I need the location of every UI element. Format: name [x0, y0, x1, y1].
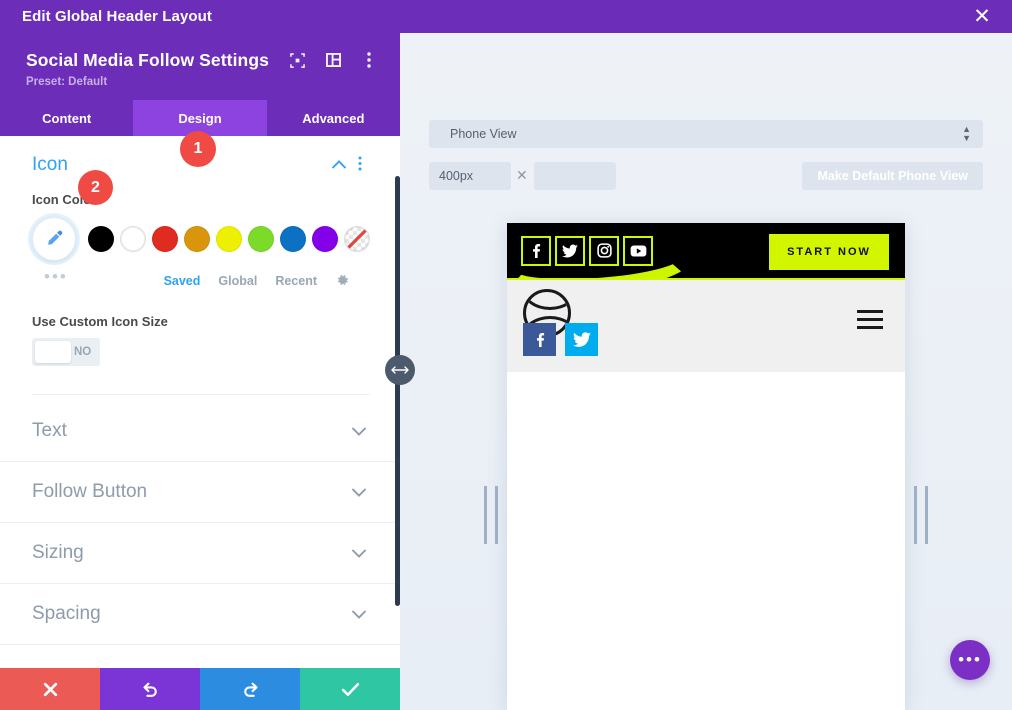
- chevron-down-icon[interactable]: [348, 606, 370, 623]
- modal-titlebar: Edit Global Header Layout ✕: [0, 0, 1012, 33]
- chevron-down-icon[interactable]: [348, 545, 370, 562]
- swatch-orange[interactable]: [184, 226, 210, 252]
- dimension-separator: ✕: [516, 167, 528, 183]
- custom-icon-size-label: Use Custom Icon Size: [32, 314, 168, 329]
- icon-section-more-icon[interactable]: [350, 156, 370, 175]
- twitter-icon[interactable]: [555, 235, 585, 266]
- preview-drag-handle-left[interactable]: [484, 486, 498, 544]
- chevron-down-icon[interactable]: [348, 484, 370, 501]
- swatch-yellow[interactable]: [216, 226, 242, 252]
- section-spacing[interactable]: Spacing: [0, 584, 400, 645]
- chevron-down-icon[interactable]: [348, 423, 370, 440]
- swatch-red[interactable]: [152, 226, 178, 252]
- toggle-value: NO: [74, 346, 92, 358]
- site-header-bar: START NOW: [507, 223, 905, 280]
- step-badge-2: 2: [78, 170, 113, 205]
- tab-content[interactable]: Content: [0, 100, 133, 136]
- chevron-updown-icon: ▲ ▼: [962, 124, 971, 143]
- viewport-width-value: 400px: [439, 169, 474, 183]
- settings-action-bar: [0, 668, 400, 710]
- instagram-icon[interactable]: [589, 235, 619, 266]
- section-divider: [32, 394, 370, 395]
- focus-icon[interactable]: [284, 47, 310, 73]
- preset-selector[interactable]: Preset: Default: [0, 73, 400, 88]
- color-swatch-row: [32, 217, 370, 261]
- viewport-width-input[interactable]: 400px: [429, 162, 511, 190]
- palette-tabs: Saved Global Recent: [32, 273, 370, 288]
- phone-preview-frame: START NOW: [507, 223, 905, 710]
- close-icon[interactable]: ✕: [970, 5, 994, 29]
- settings-panel-header: Social Media Follow Settings Preset: Def…: [0, 33, 400, 100]
- custom-icon-size-toggle[interactable]: NO: [32, 338, 100, 366]
- preview-area: Phone View ▲ ▼ 400px ✕ Make Default Phone…: [400, 33, 1012, 710]
- redo-button[interactable]: [200, 668, 300, 710]
- viewport-select[interactable]: Phone View ▲ ▼: [429, 120, 983, 148]
- section-sizing-label: Sizing: [32, 542, 84, 563]
- eyedropper-icon[interactable]: [32, 217, 76, 261]
- youtube-icon[interactable]: [623, 235, 653, 266]
- section-sizing[interactable]: Sizing: [0, 523, 400, 584]
- section-text[interactable]: Text: [0, 401, 400, 462]
- viewport-height-input[interactable]: [534, 162, 616, 190]
- icon-section: Icon Icon Color ••• Saved Global Recent …: [0, 136, 400, 401]
- more-vertical-icon[interactable]: [356, 47, 382, 73]
- section-spacing-label: Spacing: [32, 603, 101, 624]
- twitter-button[interactable]: [565, 323, 598, 356]
- palette-tab-recent[interactable]: Recent: [275, 274, 317, 288]
- cancel-button[interactable]: [0, 668, 100, 710]
- tab-advanced[interactable]: Advanced: [267, 100, 400, 136]
- header-social-row: [521, 235, 653, 266]
- gear-icon[interactable]: [335, 273, 350, 288]
- section-follow-button-label: Follow Button: [32, 481, 148, 502]
- palette-tab-saved[interactable]: Saved: [164, 274, 201, 288]
- swatch-purple[interactable]: [312, 226, 338, 252]
- settings-body: Icon Icon Color ••• Saved Global Recent …: [0, 136, 400, 668]
- layout-panel-icon[interactable]: [320, 47, 346, 73]
- module-settings-title: Social Media Follow Settings: [26, 49, 269, 70]
- section-text-label: Text: [32, 420, 67, 441]
- hamburger-menu-icon[interactable]: [857, 310, 883, 334]
- more-horizontal-icon[interactable]: •••: [950, 640, 990, 680]
- chevron-up-icon[interactable]: [328, 156, 350, 174]
- divi-builder-modal: Edit Global Header Layout ✕ Social Media…: [0, 0, 1012, 710]
- site-body-area: [507, 372, 905, 708]
- start-now-button[interactable]: START NOW: [769, 234, 889, 270]
- facebook-button[interactable]: [523, 323, 556, 356]
- step-badge-1: 1: [180, 131, 216, 167]
- make-default-button[interactable]: Make Default Phone View: [802, 162, 983, 190]
- undo-button[interactable]: [100, 668, 200, 710]
- swatch-black[interactable]: [88, 226, 114, 252]
- subheader-social-row: [523, 323, 598, 356]
- toggle-knob: [35, 341, 71, 363]
- site-subheader: [507, 280, 905, 372]
- panel-resize-handle[interactable]: [385, 355, 415, 385]
- preview-drag-handle-right[interactable]: [914, 486, 928, 544]
- facebook-icon[interactable]: [521, 235, 551, 266]
- swatch-blue[interactable]: [280, 226, 306, 252]
- icon-section-title: Icon: [32, 154, 68, 175]
- swatch-white[interactable]: [120, 226, 146, 252]
- save-button[interactable]: [300, 668, 400, 710]
- swatch-green[interactable]: [248, 226, 274, 252]
- modal-title: Edit Global Header Layout: [22, 8, 213, 25]
- swatch-transparent[interactable]: [344, 226, 370, 252]
- palette-tab-global[interactable]: Global: [218, 274, 257, 288]
- section-follow-button[interactable]: Follow Button: [0, 462, 400, 523]
- viewport-select-value: Phone View: [450, 127, 517, 141]
